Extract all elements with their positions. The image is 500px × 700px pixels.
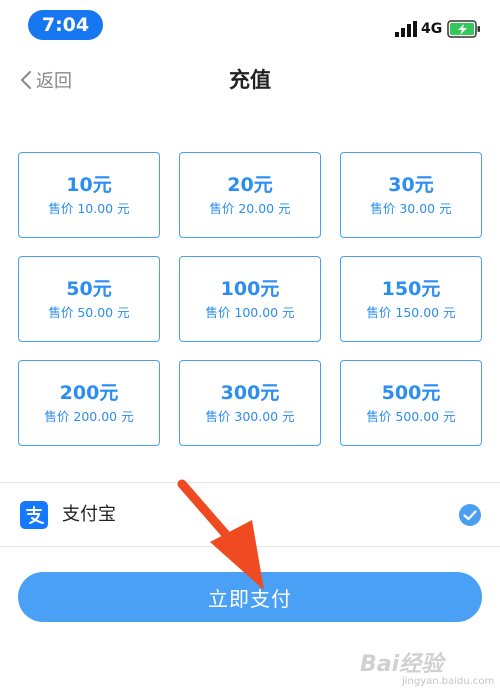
amount-price: 售价 10.00 元 xyxy=(48,201,130,216)
status-time: 7:04 xyxy=(28,10,103,40)
amount-option-10[interactable]: 10元 售价 10.00 元 xyxy=(18,152,160,238)
amount-value: 300元 xyxy=(220,382,280,404)
amount-option-20[interactable]: 20元 售价 20.00 元 xyxy=(179,152,321,238)
amount-value: 200元 xyxy=(59,382,119,404)
amount-option-30[interactable]: 30元 售价 30.00 元 xyxy=(340,152,482,238)
amount-price: 售价 150.00 元 xyxy=(366,305,456,320)
amount-value: 20元 xyxy=(227,174,273,196)
alipay-icon xyxy=(20,501,48,529)
battery-charging-icon xyxy=(447,20,480,38)
amount-price: 售价 20.00 元 xyxy=(209,201,291,216)
amount-option-200[interactable]: 200元 售价 200.00 元 xyxy=(18,360,160,446)
amount-price: 售价 100.00 元 xyxy=(205,305,295,320)
check-circle-icon[interactable] xyxy=(458,503,482,527)
amount-option-100[interactable]: 100元 售价 100.00 元 xyxy=(179,256,321,342)
amount-grid: 10元 售价 10.00 元 20元 售价 20.00 元 30元 售价 30.… xyxy=(18,152,484,446)
amount-option-150[interactable]: 150元 售价 150.00 元 xyxy=(340,256,482,342)
amount-option-50[interactable]: 50元 售价 50.00 元 xyxy=(18,256,160,342)
amount-value: 500元 xyxy=(381,382,441,404)
payment-method-alipay[interactable]: 支付宝 xyxy=(0,483,500,545)
amount-option-300[interactable]: 300元 售价 300.00 元 xyxy=(179,360,321,446)
payment-method-label: 支付宝 xyxy=(62,504,116,525)
amount-price: 售价 300.00 元 xyxy=(205,409,295,424)
watermark: Bai经验 jingyan.baidu.com xyxy=(360,646,494,696)
page-title: 充值 xyxy=(229,68,271,92)
amount-value: 10元 xyxy=(66,174,112,196)
amount-option-500[interactable]: 500元 售价 500.00 元 xyxy=(340,360,482,446)
divider-bottom xyxy=(0,546,500,547)
amount-value: 150元 xyxy=(381,278,441,300)
nav-bar: 返回 充值 xyxy=(0,55,500,105)
status-bar: 7:04 4G xyxy=(0,0,500,50)
signal-bars-icon xyxy=(395,21,417,37)
watermark-logo: Bai经验 xyxy=(360,652,444,677)
amount-price: 售价 30.00 元 xyxy=(370,201,452,216)
watermark-url: jingyan.baidu.com xyxy=(402,676,495,687)
amount-value: 100元 xyxy=(220,278,280,300)
pay-now-button[interactable]: 立即支付 xyxy=(18,572,482,622)
network-label: 4G xyxy=(421,21,443,37)
amount-price: 售价 50.00 元 xyxy=(48,305,130,320)
amount-price: 售价 200.00 元 xyxy=(44,409,134,424)
amount-value: 30元 xyxy=(388,174,434,196)
amount-value: 50元 xyxy=(66,278,112,300)
amount-price: 售价 500.00 元 xyxy=(366,409,456,424)
